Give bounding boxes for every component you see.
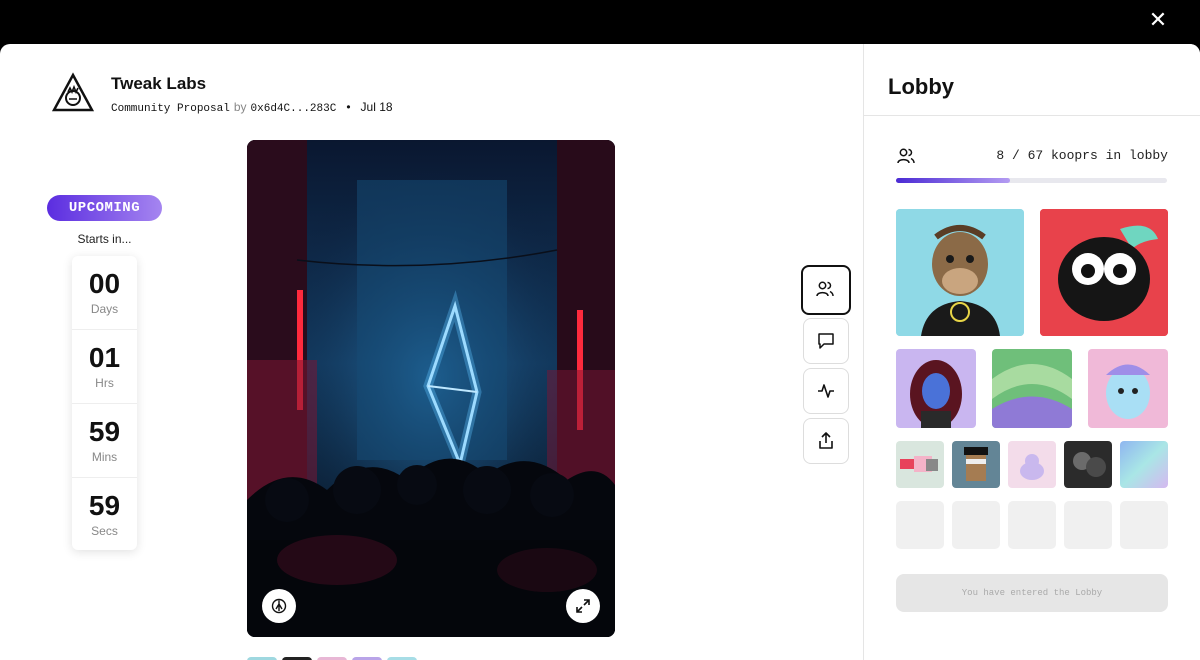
users-icon [897,148,915,164]
artwork-image [247,140,615,637]
users-icon [816,281,834,297]
countdown-days: 00 Days [72,256,137,330]
member-avatar-punk[interactable] [952,441,1000,488]
top-bar: ✕ [0,0,1200,44]
countdown-seconds: 59 Secs [88,490,121,538]
divider [864,115,1200,116]
lobby-users-button[interactable] [801,265,851,315]
member-avatar-creature[interactable] [1040,209,1168,336]
countdown-minutes: 59 Mins [72,404,137,478]
empty-slot [1008,501,1056,549]
protocol-logo-button[interactable] [262,589,296,623]
starts-label: Starts in... [77,232,132,246]
empty-slot [952,501,1000,549]
proposal-modal: Tweak Labs Community Proposal by 0x6d4C...… [0,44,1200,660]
lobby-progress-fill [896,178,1010,183]
empty-slot [896,501,944,549]
share-icon [819,432,833,449]
lobby-count: 8 / 67 kooprs in lobby [996,148,1168,163]
empty-slot [1064,501,1112,549]
author-address[interactable]: 0x6d4C...283C [251,103,337,115]
entered-lobby-button[interactable]: You have entered the Lobby [896,574,1168,612]
close-icon[interactable]: ✕ [1146,10,1170,34]
chat-button[interactable] [803,318,849,364]
member-avatar-abstract[interactable] [992,349,1072,428]
activity-icon [818,384,834,398]
member-avatar-cartoon[interactable] [1088,349,1168,428]
share-button[interactable] [803,418,849,464]
member-avatar-nyan[interactable] [896,441,944,488]
member-avatar-gradient[interactable] [1120,441,1168,488]
lobby-panel: Lobby 8 / 67 kooprs in lobby You have en… [863,44,1200,660]
chat-icon [818,333,834,349]
empty-slot [1120,501,1168,549]
tweak-labs-logo [52,72,94,112]
lobby-progress [896,178,1167,183]
member-avatar-photo[interactable] [1064,441,1112,488]
status-badge: UPCOMING [47,195,162,221]
lobby-title: Lobby [888,74,954,99]
countdown: 00 Days 01 Hrs 59 Mins 59 Secs [72,256,137,550]
member-avatar-cat[interactable] [1008,441,1056,488]
activity-button[interactable] [803,368,849,414]
separator: • [346,100,351,114]
member-avatar-ape[interactable] [896,209,1024,336]
org-name: Tweak Labs [111,74,207,93]
expand-icon[interactable] [566,589,600,623]
proposal-date: Jul 18 [360,100,393,114]
proposal-artwork[interactable] [247,140,615,637]
by-label: by [233,100,247,114]
countdown-hours: 01 Hrs [72,330,137,404]
artwork-thumbnails [247,654,422,660]
proposal-main: Tweak Labs Community Proposal by 0x6d4C...… [0,44,863,660]
proposal-type: Community Proposal [111,103,230,115]
member-avatar-portrait[interactable] [896,349,976,428]
proposal-meta: Community Proposal by 0x6d4C...283C • Jul 18 [111,100,393,115]
